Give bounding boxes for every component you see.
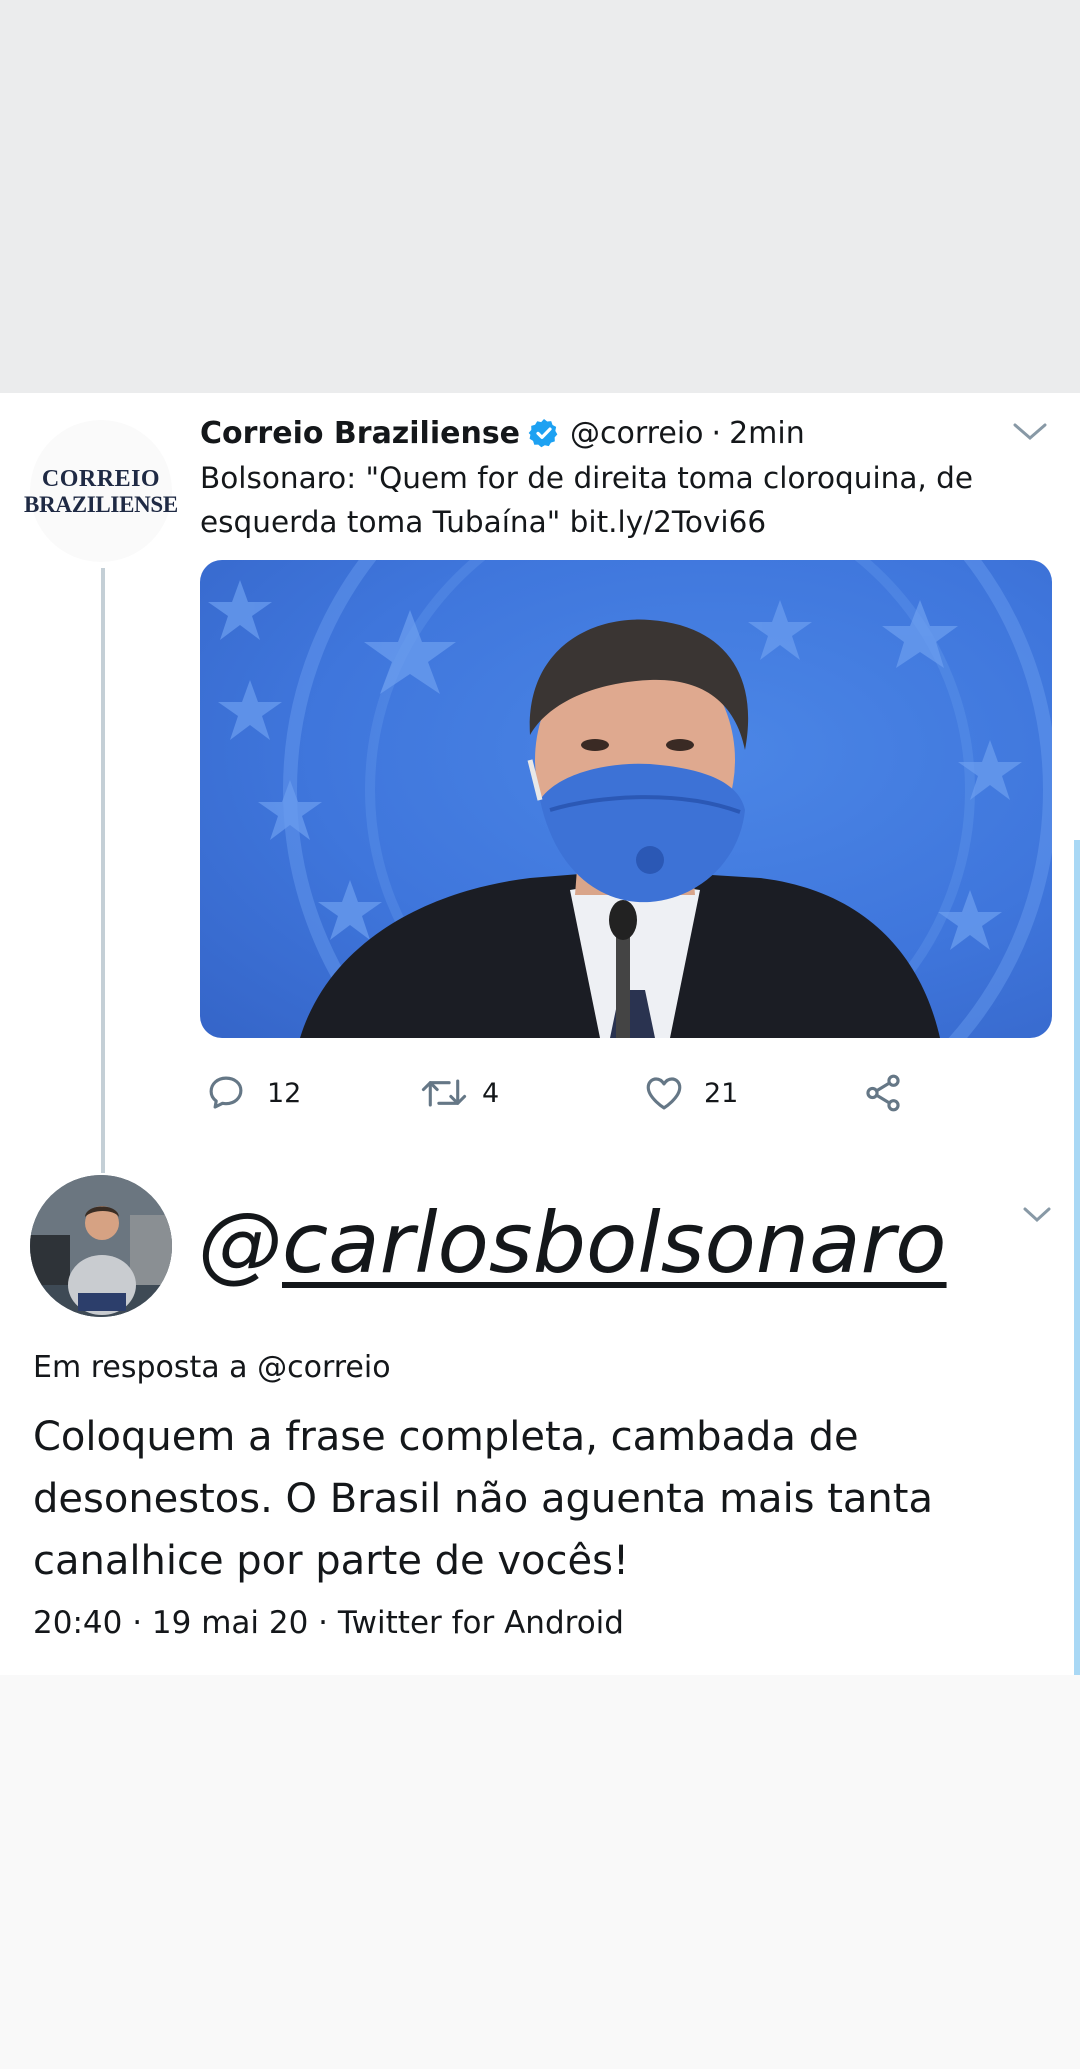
verified-badge-icon: [528, 417, 560, 449]
reply-icon: [209, 1076, 243, 1109]
avatar-logo-line1: Correio: [41, 465, 161, 492]
bottom-blank-area: [0, 1675, 1080, 2069]
reply-author-handle[interactable]: @carlosbolsonaro: [198, 1188, 947, 1298]
top-blank-area: [0, 0, 1080, 393]
reply-count: 12: [267, 1077, 302, 1109]
handle-text: carlosbolsonaro: [282, 1194, 947, 1292]
tweet-photo[interactable]: [200, 560, 1052, 1038]
retweet-icon: [421, 1079, 467, 1107]
like-count: 21: [704, 1077, 739, 1109]
reply-chevron-down-icon[interactable]: [1022, 1204, 1052, 1230]
reply-text: Coloquem a frase completa, cambada de de…: [33, 1414, 933, 1584]
chevron-down-icon[interactable]: [1012, 420, 1048, 448]
correio-avatar[interactable]: Correio Braziliense: [24, 420, 178, 562]
like-icon: [646, 1077, 682, 1110]
handle-at: @: [198, 1194, 282, 1292]
reply-meta: 20:40 · 19 mai 20 · Twitter for Android: [33, 1605, 624, 1641]
retweet-count: 4: [482, 1077, 500, 1109]
avatar-logo-line2: Braziliense: [24, 491, 178, 517]
tweet-time: 2min: [729, 415, 805, 451]
in-reply-to[interactable]: Em resposta a @correio: [33, 1350, 391, 1385]
separator-dot: ·: [711, 415, 722, 451]
author-handle[interactable]: @correio: [570, 416, 703, 451]
tweet-text: Bolsonaro: "Quem for de direita toma clo…: [200, 461, 974, 539]
share-action[interactable]: [862, 1068, 904, 1118]
reply-action[interactable]: 12: [205, 1068, 301, 1118]
tweet-header: Correio Braziliense @correio · 2min: [200, 412, 805, 454]
carlos-avatar[interactable]: [30, 1175, 172, 1317]
share-icon: [866, 1074, 900, 1112]
thread-line: [101, 568, 105, 1173]
like-action[interactable]: 21: [642, 1068, 738, 1118]
retweet-action[interactable]: 4: [420, 1068, 499, 1118]
author-name[interactable]: Correio Braziliense: [200, 416, 520, 451]
scrollbar[interactable]: [1074, 840, 1080, 1675]
